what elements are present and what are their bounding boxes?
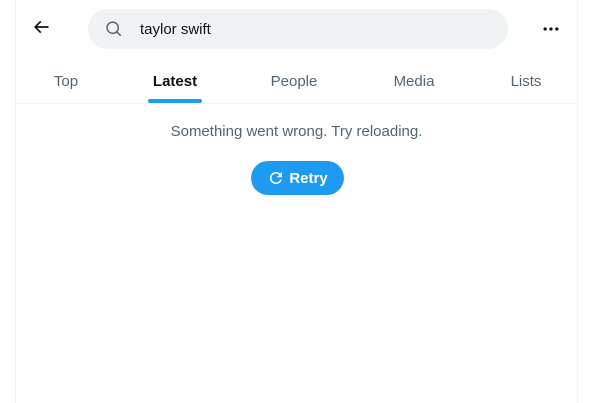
refresh-icon [267, 169, 285, 187]
retry-label: Retry [289, 169, 328, 187]
search-input[interactable] [140, 9, 490, 49]
search-icon [105, 20, 123, 38]
search-header [16, 0, 577, 58]
more-horizontal-icon [541, 19, 561, 39]
retry-button[interactable]: Retry [251, 161, 344, 195]
active-tab-indicator [148, 99, 202, 103]
tab-people[interactable]: People [244, 58, 344, 104]
search-tabs: Top Latest People Media Lists [16, 58, 577, 104]
back-arrow-icon [31, 17, 51, 37]
tab-lists[interactable]: Lists [476, 58, 576, 104]
search-box[interactable] [88, 9, 508, 49]
tab-media[interactable]: Media [364, 58, 464, 104]
tab-top[interactable]: Top [16, 58, 116, 104]
error-message: Something went wrong. Try reloading. [170, 123, 423, 140]
tab-latest[interactable]: Latest [126, 58, 224, 104]
back-button[interactable] [26, 12, 56, 42]
main-column: Top Latest People Media Lists Something … [15, 0, 578, 403]
more-options-button[interactable] [536, 14, 566, 44]
